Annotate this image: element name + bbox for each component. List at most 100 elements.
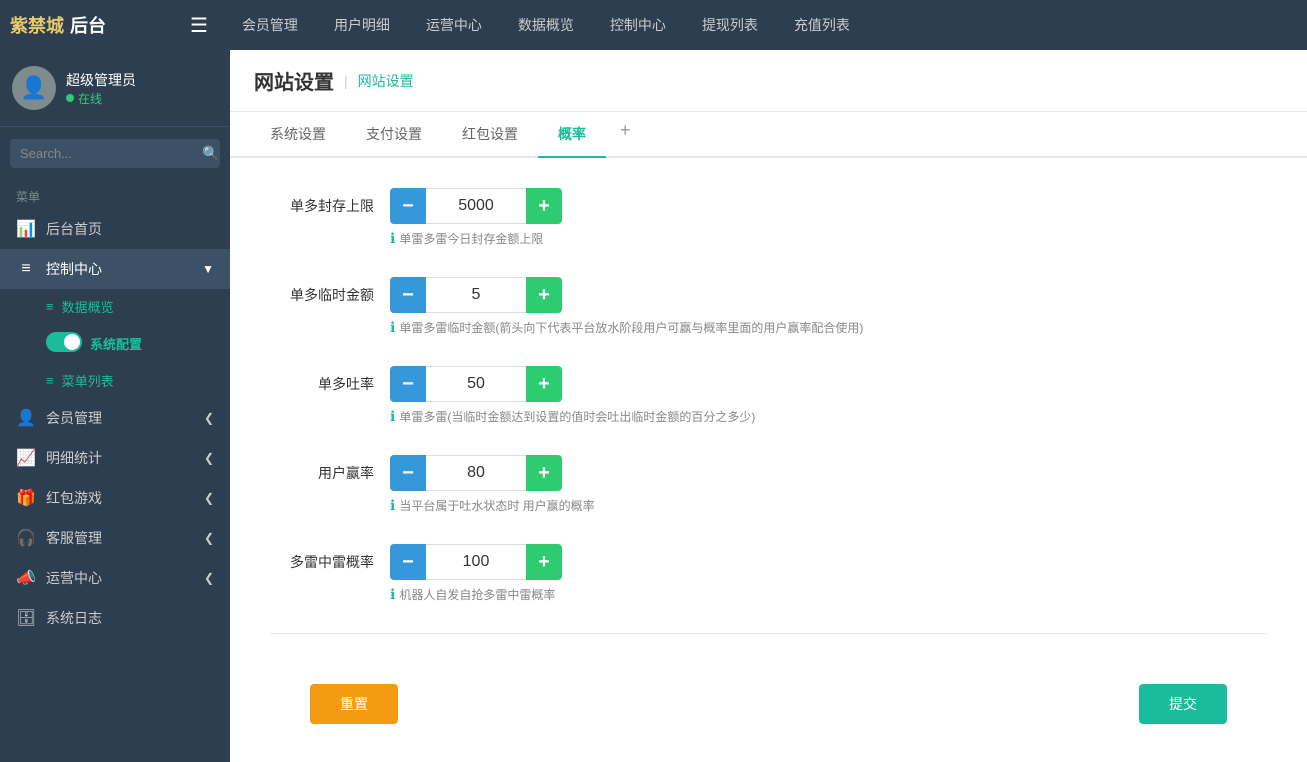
field-hint-4: ℹ 机器人自发自抢多雷中雷概率	[390, 586, 555, 603]
controlcenter-icon: ≡	[16, 260, 36, 278]
num-input-2[interactable]	[426, 366, 526, 402]
field-group-2: − +	[390, 366, 562, 402]
sidebar-item-members-label: 会员管理	[46, 408, 102, 428]
nav-item-dataoverview[interactable]: 数据概览	[500, 0, 592, 50]
field-label-2: 单多吐率	[270, 374, 390, 394]
status-label: 在线	[78, 90, 102, 107]
tab-probability[interactable]: 概率	[538, 112, 606, 158]
user-section: 👤 超级管理员 在线	[0, 50, 230, 127]
field-label-3: 用户赢率	[270, 463, 390, 483]
sidebar-item-detailstats-label: 明细统计	[46, 448, 102, 468]
reset-button[interactable]: 重置	[310, 684, 398, 724]
menu-section-label: 菜单	[0, 180, 230, 209]
num-input-4[interactable]	[426, 544, 526, 580]
sidebar-item-sysconfig[interactable]: 系统配置	[0, 324, 230, 363]
syslog-icon: 🗄	[16, 608, 36, 628]
sidebar-item-syslog[interactable]: 🗄 系统日志	[0, 598, 230, 638]
sidebar-item-operations[interactable]: 📣 运营中心 ❮	[0, 558, 230, 598]
online-dot	[66, 94, 74, 102]
hint-text-1: 单雷多雷临时金额(箭头向下代表平台放水阶段用户可赢与概率里面的用户赢率配合使用)	[399, 319, 863, 336]
info-icon-1: ℹ	[390, 319, 395, 336]
tabs-bar: 系统设置 支付设置 红包设置 概率 +	[230, 112, 1307, 158]
num-input-1[interactable]	[426, 277, 526, 313]
form-row-2: 单多吐率 − + ℹ 单雷多雷(当临时金额达到设置的值时会吐出临时金额的百分之多…	[270, 366, 1267, 425]
hint-text-0: 单雷多雷今日封存金额上限	[399, 230, 543, 247]
btn-plus-3[interactable]: +	[526, 455, 562, 491]
sidebar-item-syslog-label: 系统日志	[46, 608, 102, 628]
online-status: 在线	[66, 90, 136, 107]
btn-plus-2[interactable]: +	[526, 366, 562, 402]
btn-minus-4[interactable]: −	[390, 544, 426, 580]
members-chevron-icon: ❮	[204, 411, 214, 425]
sidebar-item-sysconfig-label: 系统配置	[90, 334, 142, 353]
toggle-icon	[46, 332, 82, 355]
page-header: 网站设置 | 网站设置	[230, 50, 1307, 112]
sidebar-item-menulist[interactable]: ≡ 菜单列表	[0, 363, 230, 398]
content: 网站设置 | 网站设置 系统设置 支付设置 红包设置 概率 + 单多封存上限	[230, 50, 1307, 762]
hint-text-3: 当平台属于吐水状态时 用户赢的概率	[399, 497, 594, 514]
header-separator: |	[344, 73, 348, 89]
sidebar-item-members[interactable]: 👤 会员管理 ❮	[0, 398, 230, 438]
nav-item-withdraw[interactable]: 提现列表	[684, 0, 776, 50]
sidebar-item-menulist-label: 菜单列表	[62, 371, 114, 390]
nav-item-controlcenter[interactable]: 控制中心	[592, 0, 684, 50]
redpacket-icon: 🎁	[16, 488, 36, 508]
hint-text-2: 单雷多雷(当临时金额达到设置的值时会吐出临时金额的百分之多少)	[399, 408, 755, 425]
tab-redpacket-settings[interactable]: 红包设置	[442, 112, 538, 158]
sidebar-item-dataoverview[interactable]: ≡ 数据概览	[0, 289, 230, 324]
avatar: 👤	[12, 66, 56, 110]
detailstats-chevron-icon: ❮	[204, 451, 214, 465]
field-hint-1: ℹ 单雷多雷临时金额(箭头向下代表平台放水阶段用户可赢与概率里面的用户赢率配合使…	[390, 319, 863, 336]
tab-payment-settings[interactable]: 支付设置	[346, 112, 442, 158]
submit-button[interactable]: 提交	[1139, 684, 1227, 724]
members-icon: 👤	[16, 408, 36, 428]
nav-item-operations[interactable]: 运营中心	[408, 0, 500, 50]
form-row-3: 用户赢率 − + ℹ 当平台属于吐水状态时 用户赢的概率	[270, 455, 1267, 514]
form-row-4: 多雷中雷概率 − + ℹ 机器人自发自抢多雷中雷概率	[270, 544, 1267, 603]
hamburger-icon[interactable]: ☰	[190, 13, 208, 38]
btn-plus-0[interactable]: +	[526, 188, 562, 224]
nav-item-userdetail[interactable]: 用户明细	[316, 0, 408, 50]
tab-system-settings[interactable]: 系统设置	[250, 112, 346, 158]
tab-add[interactable]: +	[606, 112, 645, 158]
form-footer: 重置 提交	[270, 664, 1267, 744]
customerservice-icon: 🎧	[16, 528, 36, 548]
info-icon-2: ℹ	[390, 408, 395, 425]
field-hint-0: ℹ 单雷多雷今日封存金额上限	[390, 230, 543, 247]
hint-text-4: 机器人自发自抢多雷中雷概率	[399, 586, 555, 603]
btn-minus-3[interactable]: −	[390, 455, 426, 491]
btn-plus-1[interactable]: +	[526, 277, 562, 313]
dashboard-icon: 📊	[16, 219, 36, 239]
num-input-0[interactable]	[426, 188, 526, 224]
search-icon[interactable]: 🔍	[202, 145, 219, 162]
customerservice-chevron-icon: ❮	[204, 531, 214, 545]
info-icon-3: ℹ	[390, 497, 395, 514]
btn-minus-0[interactable]: −	[390, 188, 426, 224]
sidebar-item-dashboard[interactable]: 📊 后台首页	[0, 209, 230, 249]
field-hint-3: ℹ 当平台属于吐水状态时 用户赢的概率	[390, 497, 595, 514]
sidebar-item-controlcenter[interactable]: ≡ 控制中心 ▼	[0, 249, 230, 289]
btn-minus-1[interactable]: −	[390, 277, 426, 313]
nav-items: 会员管理 用户明细 运营中心 数据概览 控制中心 提现列表 充值列表	[224, 0, 868, 50]
sidebar-item-redpacket[interactable]: 🎁 红包游戏 ❮	[0, 478, 230, 518]
btn-plus-4[interactable]: +	[526, 544, 562, 580]
form-row-0: 单多封存上限 − + ℹ 单雷多雷今日封存金额上限	[270, 188, 1267, 247]
search-input[interactable]	[20, 146, 196, 161]
nav-item-recharge[interactable]: 充值列表	[776, 0, 868, 50]
num-input-3[interactable]	[426, 455, 526, 491]
sidebar-item-customerservice-label: 客服管理	[46, 528, 102, 548]
sidebar-item-customerservice[interactable]: 🎧 客服管理 ❮	[0, 518, 230, 558]
info-icon-4: ℹ	[390, 586, 395, 603]
content-body: 系统设置 支付设置 红包设置 概率 + 单多封存上限 − +	[230, 112, 1307, 762]
sidebar-item-detailstats[interactable]: 📈 明细统计 ❮	[0, 438, 230, 478]
page-title: 网站设置	[254, 66, 334, 95]
form-divider	[270, 633, 1267, 634]
redpacket-chevron-icon: ❮	[204, 491, 214, 505]
form-content: 单多封存上限 − + ℹ 单雷多雷今日封存金额上限	[230, 158, 1307, 762]
field-hint-2: ℹ 单雷多雷(当临时金额达到设置的值时会吐出临时金额的百分之多少)	[390, 408, 755, 425]
sidebar-item-operations-label: 运营中心	[46, 568, 102, 588]
btn-minus-2[interactable]: −	[390, 366, 426, 402]
menulist-icon: ≡	[46, 373, 54, 388]
nav-item-members[interactable]: 会员管理	[224, 0, 316, 50]
sidebar-item-dashboard-label: 后台首页	[46, 219, 102, 239]
